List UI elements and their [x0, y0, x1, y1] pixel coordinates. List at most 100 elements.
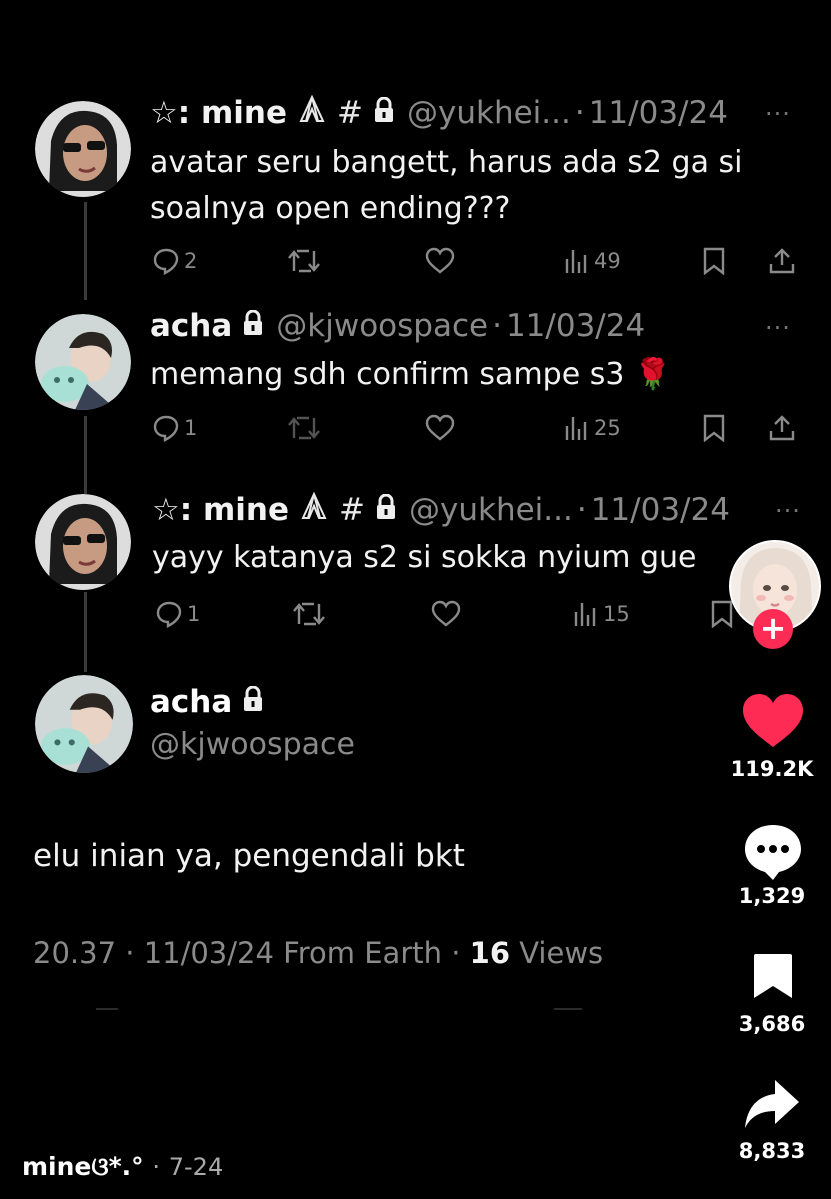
reply-button[interactable]: 1 — [152, 414, 197, 442]
thread-line-1 — [84, 202, 87, 300]
like-button[interactable] — [425, 414, 455, 442]
comment-icon — [745, 825, 801, 880]
reply-count: 2 — [184, 249, 198, 273]
views-button[interactable]: 15 — [573, 600, 630, 628]
views-button[interactable]: 49 — [564, 247, 621, 275]
separator-dot: · — [152, 1153, 161, 1181]
tweet-actions: 2 49 — [152, 247, 802, 281]
author-name[interactable]: ☆: mine — [152, 492, 289, 528]
tweet-text-line: avatar seru bangett, harus ada s2 ga si — [150, 145, 743, 180]
share-arrow-icon — [745, 1080, 799, 1128]
video-author[interactable]: mineଓ*.° · 7-24 — [22, 1152, 223, 1182]
tweet-date[interactable]: 11/03/24 — [144, 936, 274, 970]
avatar-acha[interactable] — [35, 675, 133, 773]
tweet-text: avatar seru bangett, harus ada s2 ga si … — [150, 140, 743, 232]
share-icon — [769, 248, 795, 274]
avatar-mine[interactable] — [35, 494, 131, 590]
tweet-text: memang sdh confirm sampe s3 🌹 — [150, 352, 671, 398]
tweet-date[interactable]: 11/03/24 — [506, 308, 645, 344]
separator-dot: · — [451, 936, 461, 970]
views-label: Views — [519, 936, 604, 970]
plus-icon: + — [759, 609, 787, 647]
comments-count: 1,329 — [738, 884, 806, 908]
divider — [96, 1008, 118, 1010]
saves-count: 3,686 — [738, 1012, 806, 1036]
tweet-header: ☆: mine # @yukhei... · 11/03/24 — [152, 491, 730, 529]
heart-icon — [431, 600, 461, 627]
more-icon[interactable]: ··· — [775, 497, 801, 525]
reply-count: 1 — [187, 602, 201, 626]
author-name[interactable]: acha — [150, 308, 232, 344]
author-handle[interactable]: @kjwoospace — [276, 308, 488, 344]
share-button[interactable] — [767, 247, 797, 275]
tweet-date[interactable]: 11/03/24 — [591, 492, 730, 528]
retweet-icon — [293, 602, 325, 626]
author-name[interactable]: acha — [150, 684, 232, 720]
reply-icon — [153, 415, 179, 442]
tweet-header: ☆: mine # @yukhei... · 11/03/24 — [150, 94, 728, 132]
tweet-time[interactable]: 20.37 — [33, 936, 116, 970]
shares-count: 8,833 — [738, 1139, 806, 1163]
bookmark-icon — [711, 600, 733, 628]
heart-icon — [743, 694, 803, 747]
bar-chart-icon — [565, 417, 587, 440]
share-icon — [769, 415, 795, 441]
author-name[interactable]: ☆: mine — [150, 95, 287, 131]
retweet-button[interactable] — [287, 247, 321, 275]
more-icon[interactable]: ··· — [765, 100, 791, 128]
like-button[interactable] — [742, 693, 804, 749]
share-button[interactable] — [767, 414, 797, 442]
retweet-button[interactable] — [287, 414, 321, 442]
author-handle[interactable]: @yukhei... — [409, 492, 573, 528]
reply-button[interactable]: 1 — [155, 600, 200, 628]
ribbon-icon — [297, 94, 327, 132]
author-handle[interactable]: @kjwoospace — [150, 727, 355, 762]
separator-dot: · — [574, 95, 585, 131]
tweet-meta: 20.37 · 11/03/24 From Earth · 16 Views — [33, 936, 603, 970]
ribbon-icon — [299, 491, 329, 529]
bookmark-icon — [703, 414, 725, 442]
bookmark-button[interactable] — [710, 600, 734, 628]
avatar-mine[interactable] — [35, 101, 131, 197]
main-author: acha — [150, 684, 264, 720]
follow-button[interactable]: + — [753, 609, 793, 649]
author-handle[interactable]: @yukhei... — [407, 95, 571, 131]
reply-count: 1 — [184, 416, 198, 440]
thread-line-2 — [84, 416, 87, 494]
reply-button[interactable]: 2 — [152, 247, 197, 275]
bookmark-icon — [703, 247, 725, 275]
bookmark-button[interactable] — [702, 247, 726, 275]
save-button[interactable] — [752, 952, 794, 1000]
share-button[interactable] — [743, 1078, 801, 1132]
avatar-acha[interactable] — [35, 314, 131, 410]
lock-icon — [242, 684, 264, 720]
tweet-text-line: memang sdh confirm sampe s3 🌹 — [150, 357, 672, 392]
thread-line-3 — [84, 592, 87, 672]
likes-count: 119.2K — [730, 757, 814, 781]
views-count: 16 — [469, 936, 511, 970]
tweet-source: From Earth — [283, 936, 442, 970]
views-count: 25 — [594, 416, 621, 440]
heart-icon — [425, 247, 455, 274]
like-button[interactable] — [425, 247, 455, 275]
lock-icon — [375, 492, 397, 528]
lock-icon — [373, 95, 395, 131]
tweet-text-line: yayy katanya s2 si sokka nyium gue — [152, 540, 697, 575]
reply-icon — [153, 248, 179, 275]
separator-dot: · — [125, 936, 135, 970]
tweet-date[interactable]: 11/03/24 — [589, 95, 728, 131]
retweet-button[interactable] — [292, 600, 326, 628]
username-decoration: ଓ*.° — [91, 1152, 144, 1181]
views-button[interactable]: 25 — [564, 414, 621, 442]
retweet-icon — [288, 249, 320, 273]
bar-chart-icon — [565, 250, 587, 273]
comment-button[interactable] — [743, 823, 803, 881]
like-button[interactable] — [431, 600, 461, 628]
author-username[interactable]: mine — [22, 1152, 91, 1181]
hash-symbol: # — [337, 95, 363, 131]
retweet-icon — [288, 416, 320, 440]
more-icon[interactable]: ··· — [765, 314, 791, 342]
main-tweet-text: elu inian ya, pengendali bkt — [33, 838, 465, 874]
bookmark-button[interactable] — [702, 414, 726, 442]
divider — [554, 1008, 582, 1010]
